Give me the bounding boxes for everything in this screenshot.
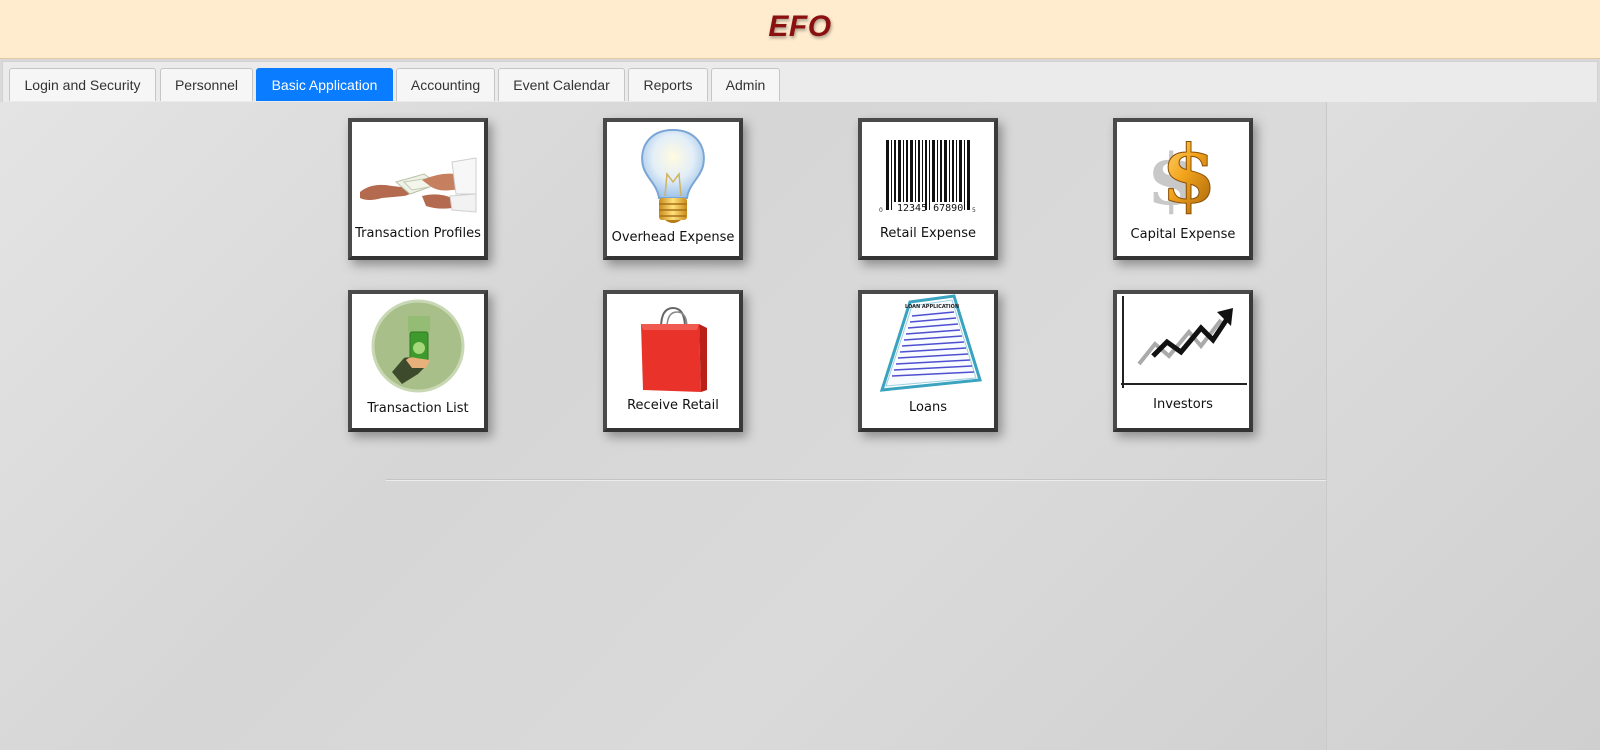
tile-label: Capital Expense [1130,227,1236,242]
tile-label: Transaction List [367,401,469,416]
handing-money-icon [360,157,477,213]
tab-admin[interactable]: Admin [711,68,780,101]
tile-receive-retail[interactable]: Receive Retail [603,290,743,432]
content-divider [386,479,1326,481]
app-header: EFO [0,0,1600,59]
barcode-icon: 0 12345 67890 5 [879,140,976,214]
barcode-number: 12345 67890 [897,203,963,214]
light-bulb-icon [641,128,705,223]
tile-label: Investors [1153,397,1213,412]
tile-label: Overhead Expense [611,230,735,245]
tile-label: Loans [909,400,947,415]
tile-overhead-expense[interactable]: Overhead Expense [603,118,743,260]
growth-chart-icon [1121,296,1247,388]
loan-document-title: LOAN APPLICATION [905,304,959,310]
dollar-sign-icon: $ $ [1147,127,1217,222]
svg-text:$: $ [1161,127,1217,221]
hand-with-cash-icon [371,299,465,393]
tile-label: Receive Retail [627,398,719,413]
barcode-right-digit: 5 [972,207,976,214]
tab-personnel[interactable]: Personnel [160,68,253,101]
tile-retail-expense[interactable]: 0 12345 67890 5 Retail Expense [858,118,998,260]
tile-label: Retail Expense [879,226,977,241]
tile-loans[interactable]: LOAN APPLICATION Loans [858,290,998,432]
tab-accounting[interactable]: Accounting [396,68,495,101]
tab-reports[interactable]: Reports [628,68,708,101]
tab-basic-application[interactable]: Basic Application [256,68,393,101]
loan-application-icon: LOAN APPLICATION [879,294,982,392]
main-tab-bar: Login and Security Personnel Basic Appli… [2,61,1598,103]
tile-investors[interactable]: Investors [1113,290,1253,432]
tile-transaction-list[interactable]: Transaction List [348,290,488,432]
shopping-bag-icon [641,306,707,392]
brand-logo: EFO [768,10,832,43]
tab-event-calendar[interactable]: Event Calendar [498,68,625,101]
right-panel [1326,102,1600,750]
barcode-left-digit: 0 [879,207,883,214]
tile-capital-expense[interactable]: $ $ Capital Expense [1113,118,1253,260]
tab-login-and-security[interactable]: Login and Security [9,68,156,101]
tile-label: Transaction Profiles [355,226,481,241]
tile-transaction-profiles[interactable]: Transaction Profiles [348,118,488,260]
